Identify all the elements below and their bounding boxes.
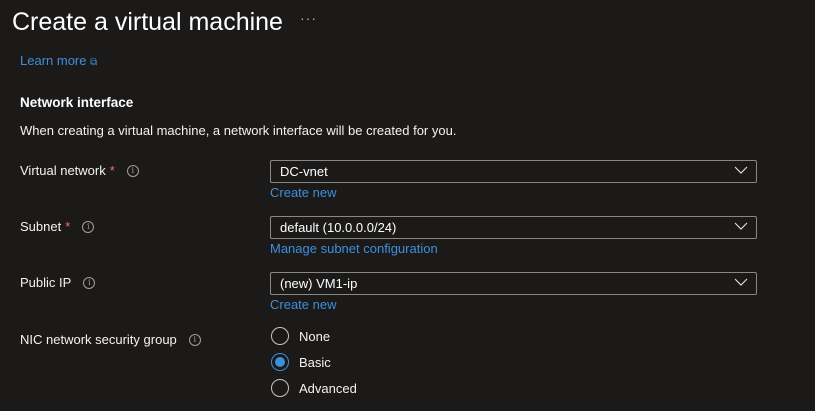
manage-subnet-link[interactable]: Manage subnet configuration	[270, 241, 438, 256]
learn-more-link[interactable]: Learn more ⧉	[20, 56, 97, 68]
label-text: NIC network security group	[20, 332, 177, 347]
chevron-down-icon	[734, 278, 748, 286]
radio-label: Advanced	[299, 380, 357, 396]
radio-circle	[271, 379, 289, 397]
required-marker: *	[65, 219, 71, 234]
radio-label: None	[299, 328, 331, 344]
virtual-network-label: Virtual network * i	[20, 163, 139, 178]
label-text: Subnet	[20, 219, 62, 234]
radio-circle-selected	[271, 353, 289, 371]
form-scroll-area: Learn more ⧉ Network interface When crea…	[0, 56, 815, 411]
subnet-dropdown[interactable]: default (10.0.0.0/24)	[270, 216, 757, 239]
radio-label: Basic	[299, 354, 331, 370]
info-icon[interactable]: i	[82, 220, 95, 233]
create-new-vnet-link[interactable]: Create new	[270, 185, 336, 200]
create-new-public-ip-link[interactable]: Create new	[270, 297, 336, 312]
dropdown-value: DC-vnet	[280, 164, 328, 179]
required-marker: *	[109, 163, 115, 178]
public-ip-label: Public IP i	[20, 275, 96, 290]
nic-nsg-label: NIC network security group i	[20, 332, 201, 347]
label-text: Public IP	[20, 275, 72, 290]
radio-circle	[271, 327, 289, 345]
chevron-down-icon	[734, 222, 748, 230]
section-heading: Network interface	[20, 95, 134, 110]
section-description: When creating a virtual machine, a netwo…	[20, 123, 457, 138]
info-icon[interactable]: i	[83, 276, 96, 289]
learn-more-label: Learn more	[20, 56, 87, 68]
label-text: Virtual network	[20, 163, 106, 178]
subnet-label: Subnet * i	[20, 219, 95, 234]
dropdown-value: (new) VM1-ip	[280, 276, 358, 291]
radio-advanced[interactable]: Advanced	[271, 379, 357, 397]
public-ip-dropdown[interactable]: (new) VM1-ip	[270, 272, 757, 295]
chevron-down-icon	[734, 166, 748, 174]
page-title: Create a virtual machine	[12, 8, 283, 36]
virtual-network-dropdown[interactable]: DC-vnet	[270, 160, 757, 183]
radio-none[interactable]: None	[271, 327, 330, 345]
external-link-icon: ⧉	[90, 57, 98, 68]
info-icon[interactable]: i	[188, 333, 201, 346]
more-options-button[interactable]: ···	[300, 10, 317, 26]
dropdown-value: default (10.0.0.0/24)	[280, 220, 397, 235]
info-icon[interactable]: i	[126, 164, 139, 177]
radio-basic[interactable]: Basic	[271, 353, 331, 371]
